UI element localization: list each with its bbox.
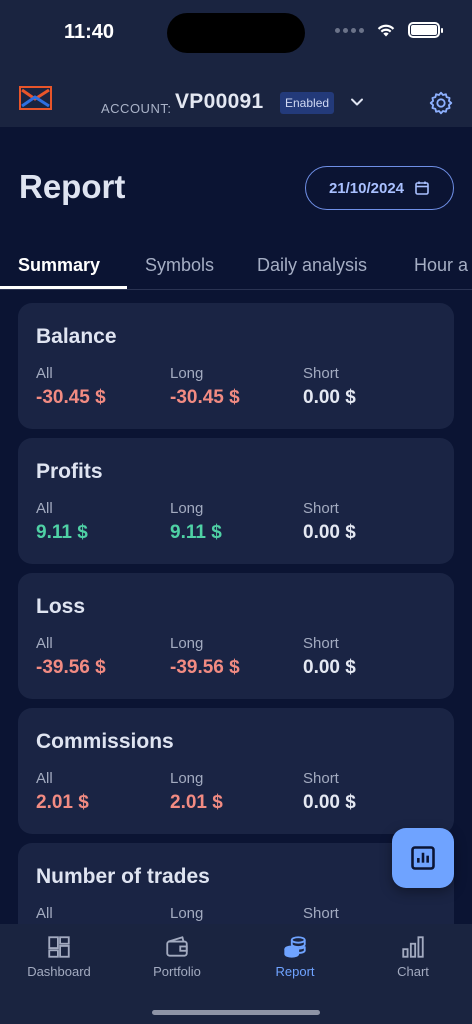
- nav-item-chart[interactable]: Chart: [354, 934, 472, 979]
- account-status-badge: Enabled: [280, 92, 335, 114]
- home-indicator[interactable]: [152, 1010, 320, 1015]
- commissions-all-value: 2.01 $: [36, 792, 89, 813]
- short-label: Short: [303, 770, 339, 787]
- card-title: Balance: [36, 325, 117, 348]
- account-label: ACCOUNT:: [101, 101, 172, 116]
- wifi-icon: [377, 24, 395, 37]
- profits-short-value: 0.00 $: [303, 522, 356, 543]
- short-label: Short: [303, 635, 339, 652]
- brand-logo-icon: [19, 86, 52, 110]
- analytics-icon: [411, 846, 435, 870]
- card-title: Loss: [36, 595, 86, 618]
- report-tabs: Summary Symbols Daily analysis Hour a: [0, 240, 472, 290]
- commissions-long-value: 2.01 $: [170, 792, 223, 813]
- nav-label: Portfolio: [153, 964, 201, 979]
- all-label: All: [36, 770, 53, 787]
- commissions-card: Commissions All Long Short 2.01 $ 2.01 $…: [18, 708, 454, 834]
- wallet-icon: [166, 936, 188, 957]
- long-label: Long: [170, 905, 204, 922]
- nav-label: Chart: [397, 964, 429, 979]
- long-label: Long: [170, 500, 204, 517]
- nav-item-report[interactable]: Report: [236, 934, 354, 979]
- nav-item-dashboard[interactable]: Dashboard: [0, 934, 118, 979]
- page-title: Report: [19, 168, 126, 205]
- dashboard-icon: [48, 936, 70, 958]
- balance-all-value: -30.45 $: [36, 387, 106, 408]
- loss-card: Loss All Long Short -39.56 $ -39.56 $ 0.…: [18, 573, 454, 699]
- loss-all-value: -39.56 $: [36, 657, 106, 678]
- all-label: All: [36, 905, 53, 922]
- long-label: Long: [170, 635, 204, 652]
- short-label: Short: [303, 905, 339, 922]
- nav-item-portfolio[interactable]: Portfolio: [118, 934, 236, 979]
- loss-long-value: -39.56 $: [170, 657, 240, 678]
- all-label: All: [36, 635, 53, 652]
- long-label: Long: [170, 770, 204, 787]
- summary-cards: Balance All Long Short -30.45 $ -30.45 $…: [18, 303, 454, 924]
- chevron-down-icon[interactable]: [349, 94, 365, 110]
- balance-short-value: 0.00 $: [303, 387, 356, 408]
- nav-label: Dashboard: [27, 964, 91, 979]
- short-label: Short: [303, 500, 339, 517]
- profits-all-value: 9.11 $: [36, 522, 88, 543]
- status-bar: 11:40: [0, 0, 472, 70]
- tab-hour-analysis[interactable]: Hour a: [414, 255, 468, 276]
- coins-icon: [284, 936, 306, 958]
- bar-chart-icon: [402, 936, 424, 958]
- date-picker-button[interactable]: 21/10/2024: [305, 166, 454, 210]
- tab-daily-analysis[interactable]: Daily analysis: [257, 255, 367, 276]
- tab-symbols[interactable]: Symbols: [145, 255, 214, 276]
- all-label: All: [36, 365, 53, 382]
- profits-long-value: 9.11 $: [170, 522, 222, 543]
- balance-card: Balance All Long Short -30.45 $ -30.45 $…: [18, 303, 454, 429]
- active-tab-indicator: [0, 286, 127, 289]
- all-label: All: [36, 500, 53, 517]
- card-title: Commissions: [36, 730, 174, 753]
- account-id[interactable]: VP00091: [175, 90, 264, 114]
- short-label: Short: [303, 365, 339, 382]
- long-label: Long: [170, 365, 204, 382]
- loss-short-value: 0.00 $: [303, 657, 356, 678]
- calendar-icon: [415, 181, 429, 195]
- card-title: Number of trades: [36, 865, 210, 888]
- bottom-navigation: Dashboard Portfolio Report Chart: [0, 924, 472, 1024]
- battery-icon: [408, 22, 443, 38]
- date-value: 21/10/2024: [328, 179, 405, 197]
- nav-label: Report: [275, 964, 315, 979]
- app-header: ACCOUNT: VP00091 Enabled: [0, 70, 472, 127]
- number-of-trades-card: Number of trades All Long Short: [18, 843, 454, 924]
- report-chart-fab-button[interactable]: [392, 828, 454, 888]
- status-indicators: [335, 22, 443, 38]
- balance-long-value: -30.45 $: [170, 387, 240, 408]
- cellular-signal-icon: [335, 27, 364, 33]
- commissions-short-value: 0.00 $: [303, 792, 356, 813]
- dynamic-island: [167, 13, 305, 53]
- card-title: Profits: [36, 460, 103, 483]
- tab-summary[interactable]: Summary: [18, 255, 100, 276]
- status-time: 11:40: [64, 21, 115, 43]
- gear-icon[interactable]: [428, 90, 454, 116]
- profits-card: Profits All Long Short 9.11 $ 9.11 $ 0.0…: [18, 438, 454, 564]
